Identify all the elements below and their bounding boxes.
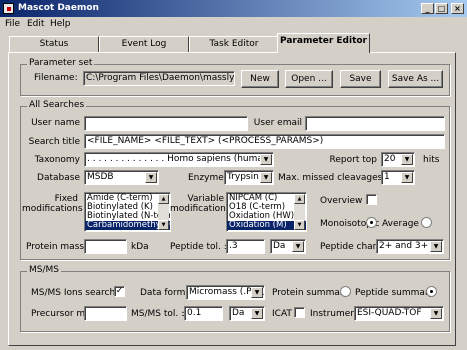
filename-label: Filename:: [34, 73, 78, 83]
chevron-down-icon[interactable]: ▼: [260, 154, 272, 165]
peptide-summary-radio[interactable]: [426, 286, 437, 297]
menu-help[interactable]: Help: [50, 17, 71, 31]
chevron-down-icon[interactable]: ▼: [251, 287, 263, 298]
peptide-charge-value: 2+ and 3+: [379, 241, 429, 251]
chevron-down-icon[interactable]: ▼: [292, 241, 304, 252]
user-name-label: User name: [31, 118, 80, 128]
report-top-value: 20: [384, 154, 396, 164]
enzyme-select[interactable]: Trypsin ▼: [224, 170, 274, 185]
variable-mods-list[interactable]: NIPCAM (C) O18 (C-term) Oxidation (HW) O…: [226, 192, 307, 232]
instrument-label: Instrument: [310, 309, 360, 319]
save-button[interactable]: Save: [340, 70, 381, 88]
search-title-input[interactable]: <FILE_NAME> <FILE_TEXT> (<PROCESS_PARAMS…: [84, 134, 445, 149]
minimize-button[interactable]: _: [421, 3, 434, 14]
chevron-down-icon[interactable]: ▼: [401, 154, 413, 165]
fixed-mods-list[interactable]: Amide (C-term) Biotinylated (K) Biotinyl…: [84, 192, 171, 232]
peptide-summary-label: Peptide summary: [355, 288, 434, 298]
search-title-label: Search title: [28, 137, 80, 147]
chevron-down-icon[interactable]: ▼: [430, 308, 442, 319]
tab-status[interactable]: Status: [9, 36, 99, 52]
window-title: Mascot Daemon: [18, 3, 99, 13]
filename-field[interactable]: C:\Program Files\Daemon\masslynx.par: [83, 71, 235, 86]
menu-bar: File Edit Help: [0, 17, 467, 31]
scrollbar[interactable]: ▲ ▼: [158, 194, 169, 230]
msms-tol-unit-select[interactable]: Da ▼: [229, 306, 265, 321]
title-bar: Mascot Daemon _ □ ×: [0, 0, 467, 17]
menu-edit[interactable]: Edit: [27, 17, 44, 31]
msms-tol-input[interactable]: 0.1: [184, 306, 223, 321]
data-format-select[interactable]: Micromass (.PKL) ▼: [186, 285, 265, 300]
instrument-select[interactable]: ESI-QUAD-TOF ▼: [354, 306, 444, 321]
fixed-mods-label-2: modifications: [22, 204, 83, 214]
icat-checkbox[interactable]: [294, 307, 305, 318]
chevron-down-icon[interactable]: ▼: [251, 308, 263, 319]
overview-checkbox[interactable]: [366, 194, 377, 205]
save-as-button[interactable]: Save As ...: [388, 70, 443, 88]
variable-mods-label-1: Variable: [187, 194, 224, 204]
taxonomy-select[interactable]: . . . . . . . . . . . . . . Homo sapiens…: [84, 152, 274, 167]
chevron-down-icon[interactable]: ▼: [145, 172, 157, 183]
database-value: MSDB: [87, 172, 114, 182]
fixed-mods-label-1: Fixed: [54, 194, 78, 204]
protein-summary-label: Protein summary: [272, 288, 349, 298]
open-button[interactable]: Open ...: [285, 70, 333, 88]
msms-tol-unit-value: Da: [232, 308, 245, 318]
protein-mass-label: Protein mass: [26, 242, 85, 252]
menu-file[interactable]: File: [5, 17, 20, 31]
average-label: Average: [382, 219, 419, 229]
user-email-label: User email: [253, 118, 302, 128]
msms-group: [20, 271, 450, 332]
database-label: Database: [37, 173, 80, 183]
tab-parameter-editor[interactable]: Parameter Editor: [277, 33, 370, 53]
user-name-input[interactable]: [84, 116, 248, 131]
report-top-select[interactable]: 20 ▼: [381, 152, 415, 167]
hits-label: hits: [423, 155, 440, 165]
msms-tol-label: MS/MS tol. ±: [131, 309, 189, 319]
precursor-input[interactable]: [84, 306, 127, 321]
peptide-charge-select[interactable]: 2+ and 3+ ▼: [376, 239, 444, 254]
taxonomy-value: . . . . . . . . . . . . . . Homo sapiens…: [87, 154, 273, 164]
chevron-down-icon[interactable]: ▼: [430, 241, 442, 252]
scroll-down-icon[interactable]: ▼: [158, 220, 169, 230]
database-select[interactable]: MSDB ▼: [84, 170, 159, 185]
enzyme-value: Trypsin: [227, 172, 259, 182]
close-button[interactable]: ×: [451, 3, 464, 14]
icat-label: ICAT: [272, 309, 292, 319]
tab-task-editor[interactable]: Task Editor: [189, 36, 279, 52]
msms-title: MS/MS: [27, 265, 61, 275]
peptide-tol-label-full: Peptide tol. ±: [170, 242, 232, 252]
monoisotopic-radio[interactable]: [366, 217, 377, 228]
overview-label: Overview: [320, 196, 363, 206]
msms-ions-label: MS/MS Ions search: [31, 288, 116, 298]
new-button[interactable]: New: [241, 70, 279, 88]
enzyme-label: Enzyme: [188, 173, 224, 183]
protein-mass-input[interactable]: [84, 239, 127, 254]
report-top-label: Report top: [329, 155, 377, 165]
missed-cleavages-label: Max. missed cleavages: [278, 173, 383, 183]
missed-cleavages-value: 1: [384, 172, 390, 182]
peptide-tol-input[interactable]: .3: [226, 239, 265, 254]
app-icon: [3, 3, 14, 14]
kda-label: kDa: [131, 242, 149, 252]
variable-mods-label-2: modifications: [170, 204, 231, 214]
scrollbar[interactable]: ▲ ▼: [294, 194, 305, 230]
user-email-input[interactable]: [305, 116, 445, 131]
scroll-down-icon[interactable]: ▼: [294, 220, 305, 230]
scroll-up-icon[interactable]: ▲: [294, 194, 305, 204]
peptide-tol-unit-value: Da: [273, 241, 286, 251]
maximize-button[interactable]: □: [435, 3, 448, 14]
instrument-value: ESI-QUAD-TOF: [357, 308, 422, 318]
scroll-up-icon[interactable]: ▲: [158, 194, 169, 204]
protein-summary-radio[interactable]: [340, 286, 351, 297]
chevron-down-icon[interactable]: ▼: [401, 172, 413, 183]
parameter-set-title: Parameter set: [27, 58, 95, 68]
tab-event-log[interactable]: Event Log: [99, 36, 189, 52]
average-radio[interactable]: [421, 217, 432, 228]
peptide-tol-unit-select[interactable]: Da ▼: [270, 239, 306, 254]
msms-ions-checkbox[interactable]: ✓: [114, 286, 125, 297]
taxonomy-label: Taxonomy: [34, 155, 80, 165]
chevron-down-icon[interactable]: ▼: [260, 172, 272, 183]
all-searches-title: All Searches: [27, 100, 87, 110]
missed-cleavages-select[interactable]: 1 ▼: [381, 170, 415, 185]
